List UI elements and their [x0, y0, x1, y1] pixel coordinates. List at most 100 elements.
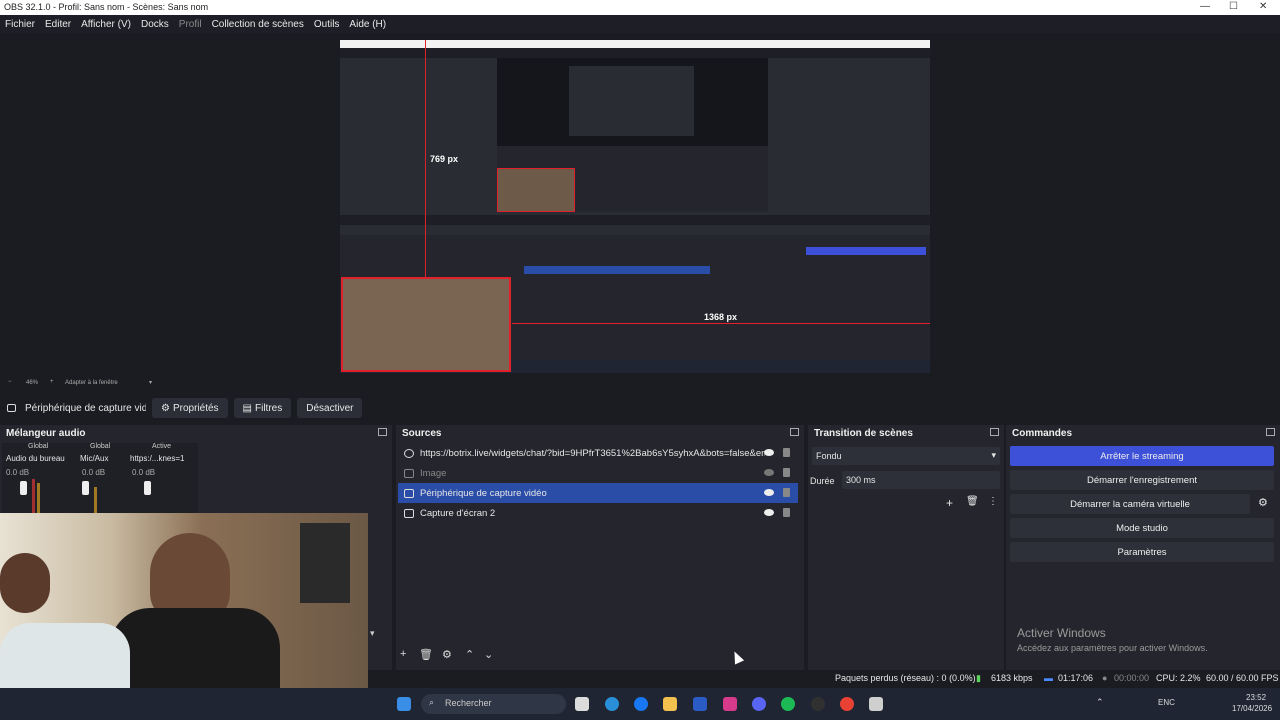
sources-dock: Sources https://botrix.live/widgets/chat… — [396, 425, 804, 670]
obs-icon[interactable] — [811, 697, 825, 711]
chrome-icon[interactable] — [840, 697, 854, 711]
menu-bar: Fichier Editer Afficher (V) Docks Profil… — [0, 15, 1280, 33]
trash-icon[interactable]: 🗑 — [966, 496, 979, 507]
transition-type-select[interactable]: Fondu ▾ — [812, 447, 1000, 465]
lock-icon[interactable] — [783, 448, 790, 457]
add-transition-icon[interactable]: + — [946, 496, 953, 510]
settings-button[interactable]: Paramètres — [1010, 542, 1274, 562]
captured-stream-button — [806, 247, 926, 255]
maximize-button[interactable]: ☐ — [1229, 1, 1238, 12]
chevron-down-icon[interactable]: ▾ — [370, 628, 375, 639]
source-toolbar: Périphérique de capture vidéo ⚙ Propriété… — [0, 397, 1280, 419]
studio-mode-button[interactable]: Mode studio — [1010, 518, 1274, 538]
chevron-up-icon[interactable]: ⌃ — [1096, 697, 1104, 708]
activate-windows-title: Activer Windows — [1017, 626, 1106, 640]
spotify-icon[interactable] — [781, 697, 795, 711]
captured-nested-preview — [569, 66, 694, 136]
menu-scene-collection[interactable]: Collection de scènes — [212, 19, 304, 30]
menu-edit[interactable]: Editer — [45, 19, 71, 30]
deactivate-button[interactable]: Désactiver — [297, 398, 363, 418]
mixer-tag: Global — [28, 443, 49, 450]
stop-streaming-button[interactable]: Arrêter le streaming — [1010, 446, 1274, 466]
close-button[interactable]: ✕ — [1259, 1, 1267, 12]
app-icon[interactable] — [869, 697, 883, 711]
undock-icon[interactable] — [790, 428, 799, 436]
discord-icon[interactable] — [752, 697, 766, 711]
eye-icon[interactable] — [764, 489, 774, 496]
clock-time[interactable]: 23:52 — [1246, 693, 1266, 702]
eye-icon[interactable] — [764, 449, 774, 456]
more-options-icon[interactable]: ⋮ — [988, 496, 998, 507]
zoom-out-button[interactable]: − — [8, 379, 12, 385]
source-item-browser[interactable]: https://botrix.live/widgets/chat/?bid=9H… — [398, 443, 798, 463]
menu-docks[interactable]: Docks — [141, 19, 169, 30]
transitions-title: Transition de scènes — [808, 425, 1004, 441]
bitrate: 6183 kbps — [991, 673, 1033, 683]
zoom-in-button[interactable]: + — [50, 379, 54, 385]
start-recording-button[interactable]: Démarrer l'enregistrement — [1010, 470, 1274, 490]
stream-icon: ▬ — [1044, 673, 1053, 683]
menu-file[interactable]: Fichier — [5, 19, 35, 30]
fit-window-label[interactable]: Adapter à la fenêtre — [65, 380, 118, 386]
captured-menu-bar — [340, 48, 930, 58]
taskbar-search[interactable]: ⌕ Rechercher — [421, 694, 566, 714]
instagram-icon[interactable] — [723, 697, 737, 711]
lock-icon[interactable] — [783, 488, 790, 497]
add-source-icon[interactable]: + — [400, 648, 406, 660]
status-bar: Paquets perdus (réseau) : 0 (0.0%) ▮ 618… — [370, 670, 1280, 686]
volume-slider-handle[interactable] — [20, 481, 27, 495]
captured-title-bar — [340, 40, 930, 48]
eye-hidden-icon[interactable] — [764, 469, 774, 476]
minimize-button[interactable]: — — [1200, 1, 1210, 12]
menu-profile[interactable]: Profil — [179, 19, 202, 30]
zoom-bar: − 46% + Adapter à la fenêtre ▾ — [0, 378, 1280, 390]
activate-windows-subtitle: Accédez aux paramètres pour activer Wind… — [1017, 643, 1208, 653]
volume-slider-handle[interactable] — [144, 481, 151, 495]
mixer-channel-name: Audio du bureau — [6, 454, 65, 463]
lock-icon[interactable] — [783, 508, 790, 517]
filters-button[interactable]: ▤ Filtres — [233, 398, 292, 418]
transition-type-value: Fondu — [816, 451, 842, 461]
webcam-source-bounds[interactable] — [341, 277, 511, 372]
chevron-down-icon: ▾ — [991, 450, 996, 460]
properties-button[interactable]: ⚙ Propriétés — [152, 398, 228, 418]
gear-icon[interactable]: ⚙ — [1258, 496, 1268, 509]
menu-view[interactable]: Afficher (V) — [81, 19, 131, 30]
cpu-usage: CPU: 2.2% — [1156, 673, 1201, 683]
eye-icon[interactable] — [764, 509, 774, 516]
move-up-icon[interactable]: ⌃ — [465, 648, 474, 661]
undock-icon[interactable] — [990, 428, 999, 436]
captured-preview — [497, 58, 768, 212]
source-item-video-capture[interactable]: Périphérique de capture vidéo — [398, 483, 798, 503]
source-item-image[interactable]: Image — [398, 463, 798, 483]
captured-selected-row — [524, 266, 710, 274]
undock-icon[interactable] — [1266, 428, 1275, 436]
source-label: https://botrix.live/widgets/chat/?bid=9H… — [420, 447, 765, 459]
menu-help[interactable]: Aide (H) — [349, 19, 386, 30]
store-icon[interactable] — [693, 697, 707, 711]
properties-label: Propriétés — [172, 402, 219, 414]
facebook-icon[interactable] — [634, 697, 648, 711]
gear-icon[interactable]: ⚙ — [442, 648, 452, 661]
undock-icon[interactable] — [378, 428, 387, 436]
input-language[interactable]: ENC — [1158, 698, 1175, 707]
chevron-down-icon[interactable]: ▾ — [149, 379, 152, 386]
volume-slider-handle[interactable] — [82, 481, 89, 495]
edge-icon[interactable] — [605, 697, 619, 711]
trash-icon[interactable]: 🗑 — [419, 648, 433, 661]
width-guide-label: 1368 px — [704, 312, 738, 322]
preview-canvas[interactable]: 769 px 1368 px — [340, 40, 930, 373]
move-down-icon[interactable]: ⌄ — [484, 648, 493, 661]
start-virtual-camera-button[interactable]: Démarrer la caméra virtuelle — [1010, 494, 1250, 514]
file-explorer-icon[interactable] — [663, 697, 677, 711]
duration-input[interactable]: 300 ms — [842, 471, 1000, 489]
lock-icon[interactable] — [783, 468, 790, 477]
menu-tools[interactable]: Outils — [314, 19, 340, 30]
windows-start-icon[interactable] — [397, 697, 411, 711]
monitor-icon — [404, 508, 414, 518]
controls-title: Commandes — [1006, 425, 1280, 441]
vertical-guide-line — [425, 40, 426, 277]
task-view-icon[interactable] — [575, 697, 589, 711]
clock-date[interactable]: 17/04/2026 — [1232, 704, 1272, 713]
source-item-screen-capture[interactable]: Capture d'écran 2 — [398, 503, 798, 523]
